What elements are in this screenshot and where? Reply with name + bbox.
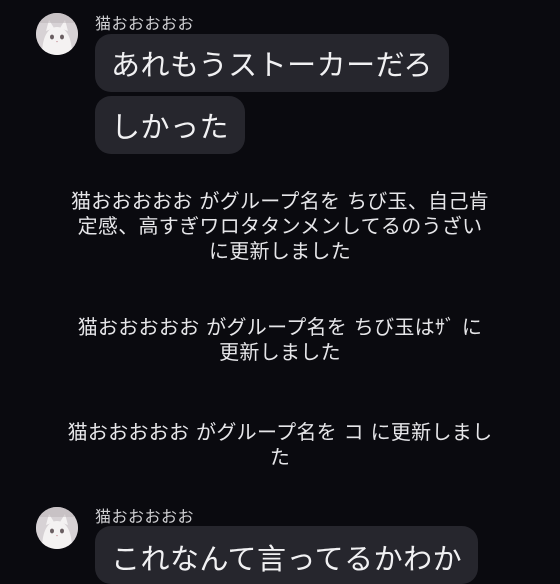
system-message: 猫おおおおお がグループ名を コ に更新しました (67, 420, 493, 469)
system-message: 猫おおおおお がグループ名を ちび玉はｻﾞ に更新しました (77, 315, 483, 364)
avatar[interactable] (36, 13, 78, 55)
sender-name: 猫おおおおお (95, 14, 195, 33)
cat-avatar-icon (36, 507, 78, 549)
message-bubble[interactable]: あれもうストーカーだろ (95, 34, 449, 92)
cat-avatar-icon (36, 13, 78, 55)
sender-name: 猫おおおおお (95, 507, 195, 526)
message-bubble[interactable]: これなんて言ってるかわか (95, 526, 479, 584)
message-bubble[interactable]: しかった (95, 96, 246, 154)
avatar[interactable] (36, 507, 78, 549)
system-message: 猫おおおおお がグループ名を ちび玉、自己肯定感、高すぎワロタタンメンしてるのう… (70, 189, 490, 263)
